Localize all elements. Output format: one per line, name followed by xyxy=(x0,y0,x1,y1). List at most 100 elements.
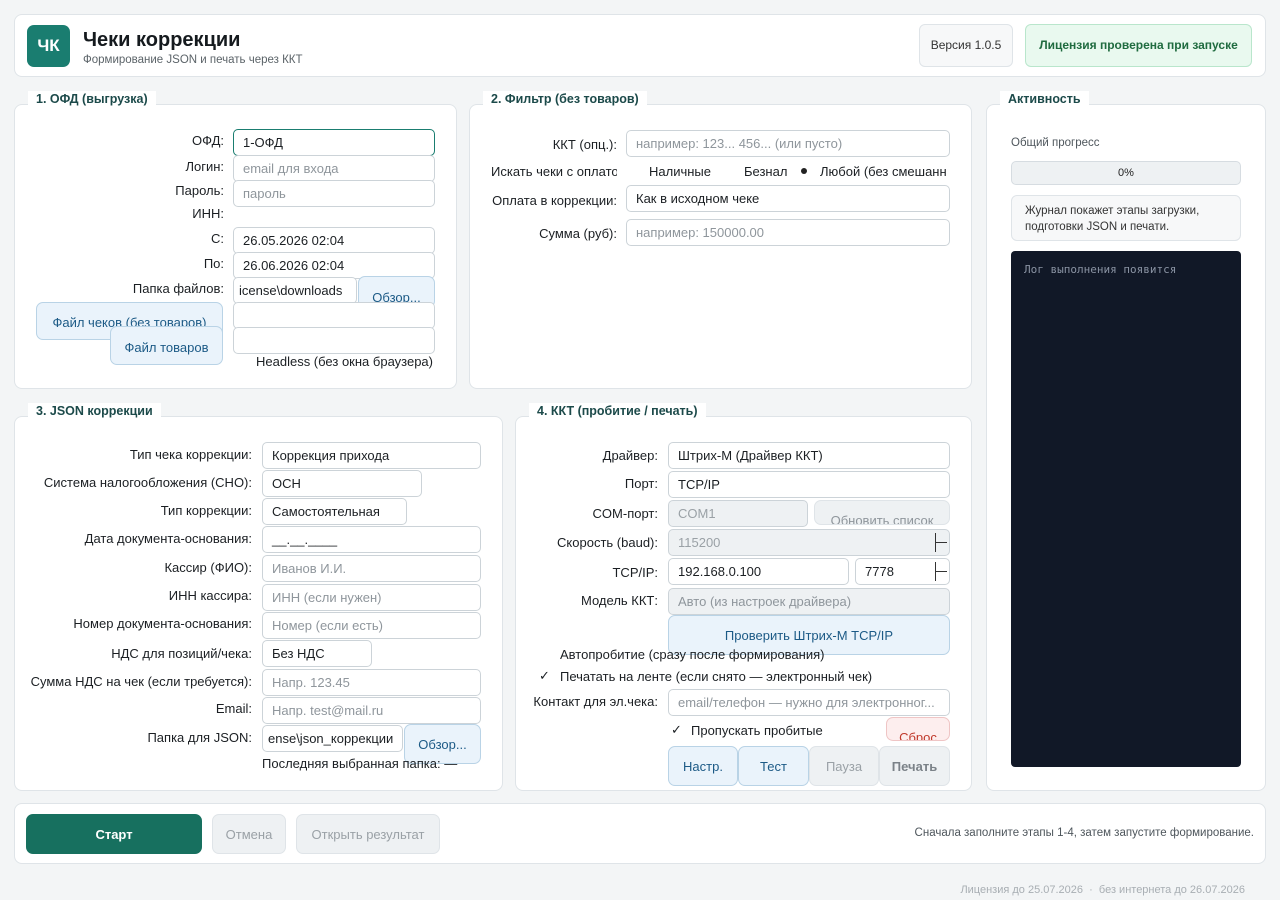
progress-bar: 0% xyxy=(1011,161,1241,185)
sno-select[interactable]: ОСН xyxy=(262,470,422,497)
log-placeholder: Лог выполнения появится xyxy=(1024,263,1177,276)
email-input[interactable]: Напр. test@mail.ru xyxy=(262,697,481,724)
cashier-inn-input[interactable]: ИНН (если нужен) xyxy=(262,584,481,611)
tcp-port-spinbox[interactable]: 7778 xyxy=(855,558,950,585)
type-label: Тип чека коррекции: xyxy=(129,447,252,462)
log-console[interactable]: Лог выполнения появится xyxy=(1011,251,1241,767)
ofd-select[interactable]: 1-ОФД xyxy=(233,129,435,156)
pause-button[interactable]: Пауза xyxy=(809,746,879,786)
port-spin-icon xyxy=(935,562,947,581)
progress-label: Общий прогресс xyxy=(1011,137,1100,149)
contact-label: Контакт для эл.чека: xyxy=(533,694,658,709)
cashier-label: Кассир (ФИО): xyxy=(164,560,252,575)
open-result-button[interactable]: Открыть результат xyxy=(296,814,440,854)
model-select[interactable]: Авто (из настроек драйвера) xyxy=(668,588,950,615)
vat-sum-input[interactable]: Напр. 123.45 xyxy=(262,669,481,696)
port-label: Порт: xyxy=(624,476,658,491)
folder-label: Папка файлов: xyxy=(132,281,224,296)
radio-cash[interactable]: Наличные xyxy=(649,164,711,179)
contact-input[interactable]: email/телефон — нужно для электронног... xyxy=(668,689,950,716)
correction-payment-select[interactable]: Как в исходном чеке xyxy=(626,185,950,212)
corr-type-label: Тип коррекции: xyxy=(160,503,252,518)
from-label: С: xyxy=(211,231,224,246)
test-button[interactable]: Тест xyxy=(738,746,809,786)
com-select[interactable]: COM1 xyxy=(668,500,808,527)
reset-button[interactable]: Сброс xyxy=(886,717,950,741)
baud-spin-icon xyxy=(935,533,947,552)
correction-payment-label: Оплата в коррекции: xyxy=(492,193,617,208)
com-label: COM-порт: xyxy=(592,506,658,521)
baud-spinbox[interactable]: 115200 xyxy=(668,529,950,556)
journal-hint: Журнал покажет этапы загрузки, подготовк… xyxy=(1011,195,1241,241)
app-title: Чеки коррекции xyxy=(83,29,241,51)
cashier-input[interactable]: Иванов И.И. xyxy=(262,555,481,582)
progress-text: 0% xyxy=(1118,167,1134,179)
password-label: Пароль: xyxy=(175,183,224,198)
folder-input[interactable]: icense\downloads xyxy=(233,277,357,304)
print-tape-check-icon: ✓ xyxy=(539,668,550,683)
radio-card[interactable]: Безнал xyxy=(744,164,787,179)
doc-number-label: Номер документа-основания: xyxy=(73,616,252,631)
vat-select[interactable]: Без НДС xyxy=(262,640,372,667)
driver-select[interactable]: Штрих-М (Драйвер ККТ) xyxy=(668,442,950,469)
doc-date-input[interactable]: __.__.____ xyxy=(262,526,481,553)
cashier-inn-label: ИНН кассира: xyxy=(168,588,252,603)
type-select[interactable]: Коррекция прихода xyxy=(262,442,481,469)
tcp-ip-input[interactable]: 192.168.0.100 xyxy=(668,558,849,585)
doc-number-input[interactable]: Номер (если есть) xyxy=(262,612,481,639)
headless-checkbox[interactable]: Headless (без окна браузера) xyxy=(256,354,433,369)
kkt-filter-input[interactable]: например: 123... 456... (или пусто) xyxy=(626,130,950,157)
login-label: Логин: xyxy=(185,159,224,174)
license-expiry-line: Лицензия до 25.07.2026 · без интернета д… xyxy=(960,884,1245,896)
app-logo: ЧК xyxy=(27,25,70,67)
sno-label: Система налогообложения (СНО): xyxy=(43,475,252,490)
to-date-input[interactable]: 26.06.2026 02:04 xyxy=(233,252,435,279)
goods-file-button[interactable]: Файл товаров xyxy=(110,326,223,365)
model-label: Модель ККТ: xyxy=(581,593,658,608)
print-tape-checkbox[interactable]: Печатать на ленте (если снято — электрон… xyxy=(560,669,872,684)
payment-search-label: Искать чеки с оплато xyxy=(491,164,617,179)
settings-button[interactable]: Настр. xyxy=(668,746,738,786)
license-status-badge: Лицензия проверена при запуске xyxy=(1025,24,1252,67)
kkt-panel-legend: 4. ККТ (пробитие / печать) xyxy=(529,403,706,419)
from-date-input[interactable]: 26.05.2026 02:04 xyxy=(233,227,435,254)
to-label: По: xyxy=(203,256,224,271)
last-folder-text: Последняя выбранная папка: — xyxy=(262,756,458,771)
cancel-button[interactable]: Отмена xyxy=(212,814,286,854)
json-panel-legend: 3. JSON коррекции xyxy=(28,403,161,419)
sum-input[interactable]: например: 150000.00 xyxy=(626,219,950,246)
activity-panel-legend: Активность xyxy=(1000,91,1089,107)
login-input[interactable]: email для входа xyxy=(233,155,435,182)
doc-date-label: Дата документа-основания: xyxy=(84,531,252,546)
email-label: Email: xyxy=(215,701,252,716)
version-badge: Версия 1.0.5 xyxy=(919,24,1013,67)
vat-label: НДС для позиций/чека: xyxy=(111,646,252,661)
filter-panel-legend: 2. Фильтр (без товаров) xyxy=(483,91,647,107)
ofd-label: ОФД: xyxy=(192,133,224,148)
auto-print-checkbox[interactable]: Автопробитие (сразу после формирования) xyxy=(560,647,824,662)
inn-label: ИНН: xyxy=(192,206,224,221)
skip-printed-checkbox[interactable]: Пропускать пробитые xyxy=(691,723,823,738)
password-input[interactable]: пароль xyxy=(233,180,435,207)
refresh-list-button[interactable]: Обновить список xyxy=(814,500,950,525)
baud-label: Скорость (baud): xyxy=(557,535,658,550)
tcp-label: TCP/IP: xyxy=(612,565,658,580)
goods-file-input[interactable] xyxy=(233,327,435,354)
print-button[interactable]: Печать xyxy=(879,746,950,786)
radio-any-dot-icon xyxy=(801,168,807,174)
app-subtitle: Формирование JSON и печать через ККТ xyxy=(83,54,303,66)
corr-type-select[interactable]: Самостоятельная xyxy=(262,498,407,525)
start-button[interactable]: Старт xyxy=(26,814,202,854)
json-folder-label: Папка для JSON: xyxy=(147,730,252,745)
checks-file-input[interactable] xyxy=(233,302,435,329)
driver-label: Драйвер: xyxy=(602,448,658,463)
ofd-panel-legend: 1. ОФД (выгрузка) xyxy=(28,91,156,107)
skip-printed-check-icon: ✓ xyxy=(671,722,682,737)
radio-any[interactable]: Любой (без смешанн xyxy=(820,164,950,179)
vat-sum-label: Сумма НДС на чек (если требуется): xyxy=(30,674,252,689)
kkt-filter-label: ККТ (опц.): xyxy=(552,137,617,152)
footer-hint: Сначала заполните этапы 1-4, затем запус… xyxy=(914,827,1254,839)
port-select[interactable]: TCP/IP xyxy=(668,471,950,498)
json-folder-input[interactable]: ense\json_коррекции xyxy=(262,725,403,752)
sum-label: Сумма (руб): xyxy=(539,226,617,241)
